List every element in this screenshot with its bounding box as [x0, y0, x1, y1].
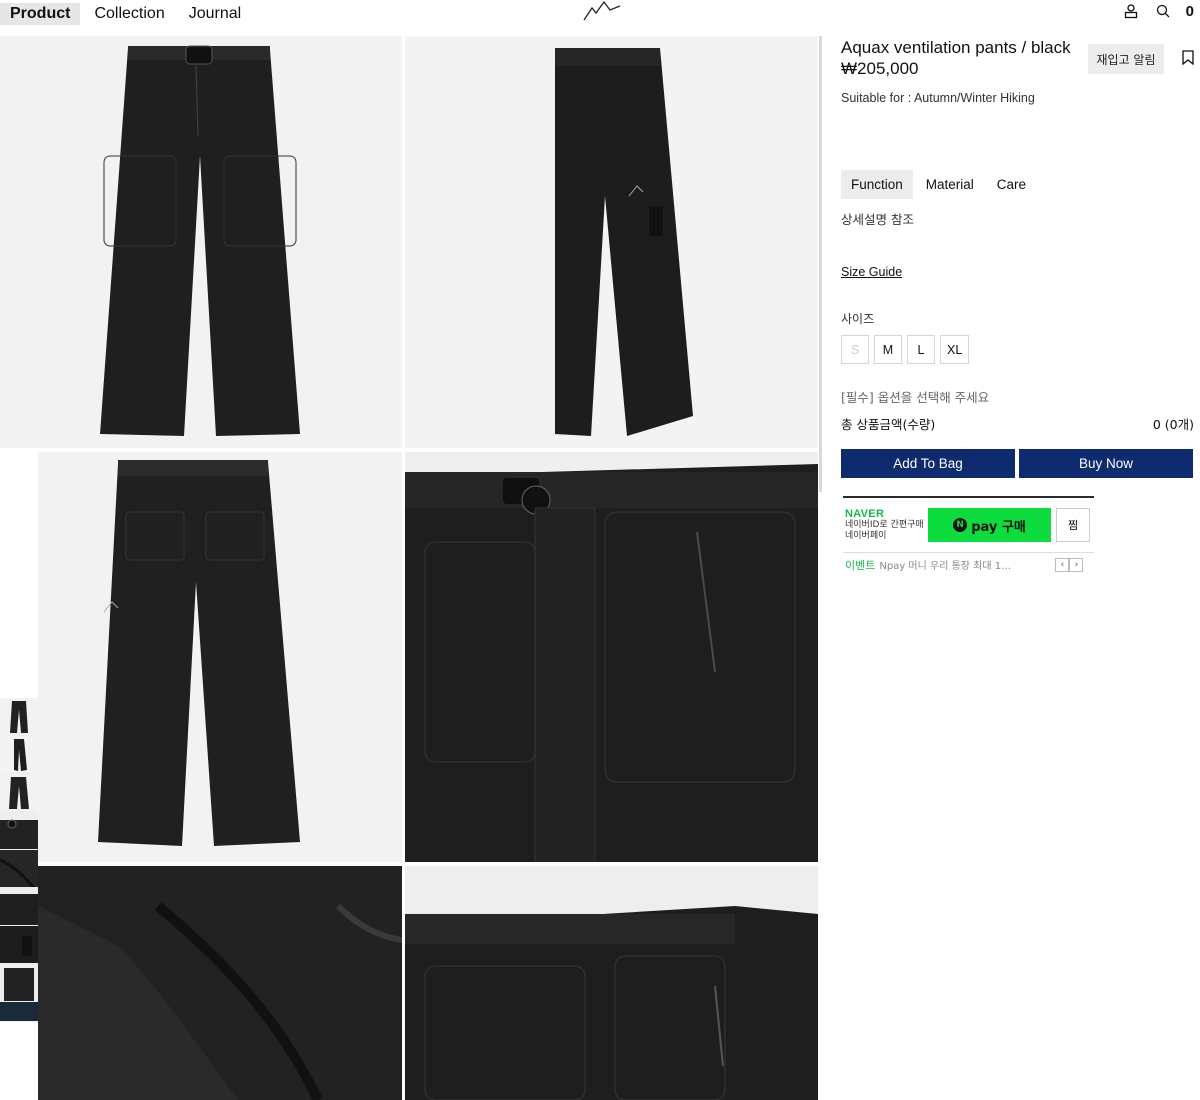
naver-logo: NAVER	[845, 508, 885, 520]
main-nav: Product Collection Journal	[0, 0, 255, 28]
thumbnail-7[interactable]	[0, 926, 38, 964]
nav-collection[interactable]: Collection	[84, 3, 174, 25]
event-label: 이벤트	[845, 558, 876, 572]
add-to-bag-button[interactable]: Add To Bag	[841, 449, 1015, 478]
naver-text-line2: 네이버페이	[845, 531, 887, 541]
total-price-row: 총 상품금액(수량) 0 (0개)	[841, 414, 1194, 433]
thumbnail-8[interactable]	[0, 964, 38, 1002]
product-photo-back-detail	[405, 866, 818, 1100]
product-photo-side	[405, 36, 818, 448]
product-info-panel: Aquax ventilation pants / black ₩205,000…	[841, 36, 1194, 478]
size-option-xl[interactable]: XL	[940, 335, 970, 364]
required-option-notice: [필수] 옵션을 선택해 주세요	[841, 390, 990, 405]
size-label: 사이즈	[841, 312, 875, 326]
info-tabs: Function Material Care	[841, 170, 1039, 199]
naver-event-bar: 이벤트 Npay 머니 우리 통장 최대 1… ‹ ›	[843, 552, 1094, 576]
size-option-l[interactable]: L	[907, 335, 935, 364]
size-option-s[interactable]: S	[841, 335, 869, 364]
search-icon[interactable]	[1154, 2, 1172, 20]
nav-journal[interactable]: Journal	[179, 3, 251, 25]
thumbnail-strip	[0, 698, 38, 1022]
thumbnail-5[interactable]	[0, 850, 38, 888]
event-nav: ‹ ›	[1055, 557, 1084, 572]
zzim-button[interactable]: 찜	[1056, 508, 1090, 542]
product-photo-waist-detail	[405, 452, 818, 862]
mountain-logo[interactable]	[580, 0, 624, 24]
tab-material[interactable]: Material	[916, 170, 984, 199]
total-label: 총 상품금액(수량)	[841, 417, 936, 432]
user-icon[interactable]	[1122, 2, 1140, 20]
naver-pay-widget: NAVER 네이버ID로 간편구매 네이버페이 N pay 구매 찜 이벤트 N…	[843, 496, 1094, 576]
npay-label: pay 구매	[971, 519, 1026, 535]
buy-now-button[interactable]: Buy Now	[1019, 449, 1193, 478]
size-options: S M L XL	[841, 335, 970, 364]
size-guide-link[interactable]: Size Guide	[841, 265, 902, 279]
gallery-divider	[819, 36, 822, 492]
product-photo-front	[0, 36, 402, 448]
header-icons: 0	[1122, 2, 1194, 20]
thumbnail-2[interactable]	[0, 736, 38, 774]
npay-buy-button[interactable]: N pay 구매	[928, 508, 1051, 542]
tab-function[interactable]: Function	[841, 170, 913, 199]
tab-care[interactable]: Care	[987, 170, 1036, 199]
naver-text-line1: 네이버ID로 간편구매	[845, 520, 924, 530]
product-photo-back	[38, 452, 402, 862]
npay-icon: N	[953, 518, 968, 532]
bookmark-icon[interactable]	[1182, 50, 1194, 70]
thumbnail-9[interactable]	[0, 1002, 38, 1022]
restock-alert-button[interactable]: 재입고 알림	[1088, 44, 1164, 74]
nav-product[interactable]: Product	[0, 3, 81, 25]
thumbnail-3[interactable]	[0, 774, 38, 812]
product-suitable-for: Suitable for : Autumn/Winter Hiking	[841, 91, 1035, 105]
thumbnail-1[interactable]	[0, 698, 38, 736]
thumbnail-6[interactable]	[0, 888, 38, 926]
total-value: 0 (0개)	[1152, 417, 1194, 432]
purchase-actions: Add To Bag Buy Now	[841, 449, 1193, 478]
naver-brand: NAVER 네이버ID로 간편구매 네이버페이	[843, 508, 928, 542]
chevron-right-icon[interactable]: ›	[1069, 557, 1084, 572]
product-title: Aquax ventilation pants / black	[841, 38, 1071, 57]
size-option-m[interactable]: M	[874, 335, 902, 364]
cart-count[interactable]: 0	[1186, 3, 1194, 20]
chevron-left-icon[interactable]: ‹	[1055, 557, 1070, 572]
thumbnail-4[interactable]	[0, 812, 38, 850]
tab-content: 상세설명 참조	[841, 212, 914, 227]
product-photo-zipper-detail	[38, 866, 402, 1100]
event-text[interactable]: Npay 머니 우리 통장 최대 1…	[879, 557, 1045, 572]
